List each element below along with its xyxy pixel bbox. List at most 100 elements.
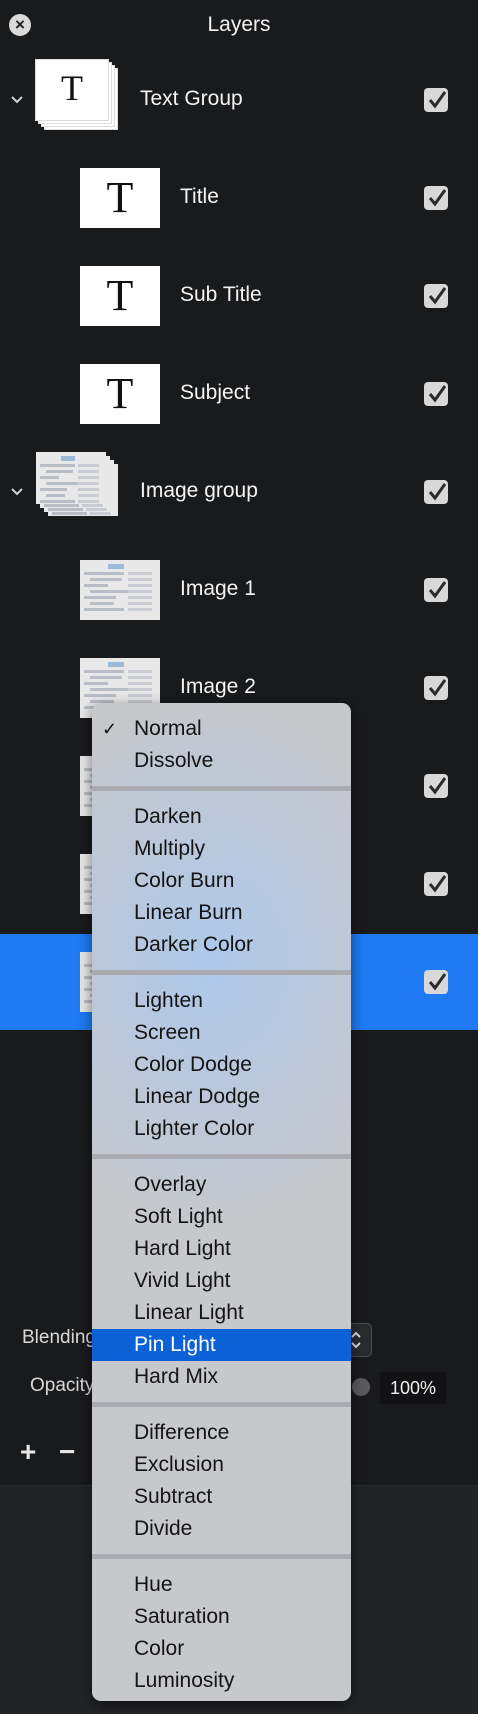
menu-separator	[92, 1402, 351, 1407]
chevron-down-icon[interactable]	[8, 91, 26, 109]
menu-item[interactable]: Screen	[92, 1017, 351, 1049]
thumb-detail	[40, 488, 67, 491]
menu-item[interactable]: Saturation	[92, 1601, 351, 1633]
menu-item-label: Normal	[134, 717, 202, 740]
thumb-detail	[90, 688, 130, 691]
menu-item-label: Color Dodge	[134, 1053, 252, 1076]
menu-item[interactable]: ✓ Normal	[92, 713, 351, 745]
layer-row[interactable]: T Title	[0, 150, 478, 246]
menu-item[interactable]: Soft Light	[92, 1201, 351, 1233]
menu-item[interactable]: Dissolve	[92, 745, 351, 777]
add-layer-button[interactable]: +	[20, 1436, 36, 1468]
menu-item[interactable]: Subtract	[92, 1481, 351, 1513]
menu-item[interactable]: Exclusion	[92, 1449, 351, 1481]
thumb-detail	[46, 482, 81, 485]
menu-item[interactable]: Luminosity	[92, 1665, 351, 1697]
thumb-detail	[128, 584, 152, 587]
menu-item[interactable]: Color Dodge	[92, 1049, 351, 1081]
layer-row[interactable]: T Text Group	[0, 52, 478, 148]
checkmark-icon	[428, 189, 447, 207]
checkmark-icon	[428, 973, 447, 991]
thumb-detail	[128, 670, 152, 673]
visibility-checkbox[interactable]	[424, 382, 448, 406]
chevron-down-icon[interactable]	[8, 483, 26, 501]
menu-item[interactable]: Darken	[92, 801, 351, 833]
opacity-value-field[interactable]: 100%	[380, 1372, 446, 1404]
layer-label: Image 2	[180, 675, 256, 698]
thumb-detail	[128, 590, 152, 593]
panel-title: Layers	[207, 13, 271, 36]
visibility-checkbox[interactable]	[424, 284, 448, 308]
thumb-detail	[44, 504, 79, 507]
menu-item[interactable]: Hue	[92, 1569, 351, 1601]
menu-separator	[92, 1554, 351, 1559]
visibility-checkbox[interactable]	[424, 186, 448, 210]
visibility-checkbox[interactable]	[424, 872, 448, 896]
menu-item-label: Luminosity	[134, 1669, 235, 1692]
menu-item-label: Lighten	[134, 989, 203, 1012]
menu-item[interactable]: Multiply	[92, 833, 351, 865]
checkmark-icon	[428, 777, 447, 795]
thumb-detail	[78, 470, 99, 473]
menu-item[interactable]: Lighter Color	[92, 1113, 351, 1145]
menu-item[interactable]: Divide	[92, 1513, 351, 1545]
thumb-detail	[84, 682, 108, 685]
visibility-checkbox[interactable]	[424, 774, 448, 798]
thumb-detail	[78, 500, 99, 503]
text-layer-thumbnail: T	[80, 364, 160, 424]
checkmark-icon	[428, 385, 447, 403]
thumb-detail	[90, 590, 130, 593]
menu-separator	[92, 786, 351, 791]
menu-item-label: Vivid Light	[134, 1269, 231, 1292]
text-layer-thumbnail: T	[80, 266, 160, 326]
checkmark-icon	[428, 679, 447, 697]
thumb-detail	[78, 494, 99, 497]
layer-label: Image group	[140, 479, 258, 502]
menu-item[interactable]: Vivid Light	[92, 1265, 351, 1297]
menu-item[interactable]: Linear Burn	[92, 897, 351, 929]
visibility-checkbox[interactable]	[424, 88, 448, 112]
menu-item[interactable]: Darker Color	[92, 929, 351, 961]
thumb-detail	[84, 584, 108, 587]
thumb-detail	[48, 508, 83, 511]
blending-label: Blending	[22, 1327, 96, 1348]
remove-layer-button[interactable]: −	[59, 1436, 75, 1468]
visibility-checkbox[interactable]	[424, 676, 448, 700]
checkmark-icon: ✓	[102, 719, 118, 739]
menu-item[interactable]: Difference	[92, 1417, 351, 1449]
menu-item-label: Pin Light	[134, 1333, 216, 1356]
menu-item[interactable]: Linear Dodge	[92, 1081, 351, 1113]
thumb-detail	[78, 482, 99, 485]
menu-item[interactable]: Linear Light	[92, 1297, 351, 1329]
visibility-checkbox[interactable]	[424, 578, 448, 602]
menu-item[interactable]: Hard Mix	[92, 1361, 351, 1393]
visibility-checkbox[interactable]	[424, 480, 448, 504]
thumb-detail	[40, 500, 75, 503]
visibility-checkbox[interactable]	[424, 970, 448, 994]
layer-row[interactable]: Image group	[0, 444, 478, 540]
menu-item[interactable]: Lighten	[92, 985, 351, 1017]
layer-row[interactable]: Image 1	[0, 542, 478, 638]
menu-item[interactable]: Pin Light	[92, 1329, 351, 1361]
layer-label: Sub Title	[180, 283, 262, 306]
thumb-detail	[128, 688, 152, 691]
menu-item[interactable]: Overlay	[92, 1169, 351, 1201]
menu-item-label: Linear Dodge	[134, 1085, 261, 1108]
image-layer-thumbnail	[80, 560, 160, 620]
menu-item[interactable]: Color Burn	[92, 865, 351, 897]
image-group-thumbnail	[36, 452, 106, 504]
layer-row[interactable]: T Sub Title	[0, 248, 478, 344]
menu-item-label: Darker Color	[134, 933, 254, 956]
thumb-detail	[84, 670, 124, 673]
menu-item-label: Hue	[134, 1573, 173, 1596]
thumb-detail	[128, 572, 152, 575]
menu-item-label: Divide	[134, 1517, 193, 1540]
menu-item[interactable]: Color	[92, 1633, 351, 1665]
layer-row[interactable]: T Subject	[0, 346, 478, 442]
menu-item[interactable]: Hard Light	[92, 1233, 351, 1265]
thumb-detail	[84, 572, 124, 575]
menu-item-label: Color Burn	[134, 869, 235, 892]
thumb-detail	[82, 504, 103, 507]
opacity-slider-knob[interactable]	[352, 1378, 370, 1396]
thumb-detail	[128, 694, 152, 697]
